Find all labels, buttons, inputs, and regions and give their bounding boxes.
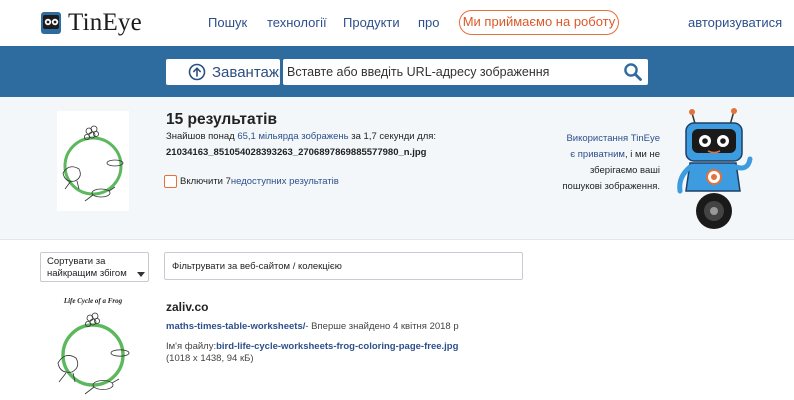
file-name-label: Ім'я файлу: [166,341,217,352]
unavailable-prefix: Включити 7 [180,176,231,187]
upload-button[interactable]: Завантажи [166,59,280,85]
include-unavailable-checkbox[interactable] [164,175,177,188]
search-band: Завантажи [0,46,794,97]
result-image-thumbnail[interactable]: Life Cycle of a Frog [48,293,138,400]
nav-about[interactable]: про [418,15,440,30]
privacy-link[interactable]: приватним [578,149,625,160]
query-image-thumbnail [57,111,129,211]
hiring-button[interactable]: Ми приймаємо на роботу [459,10,619,35]
result-file-line: Ім'я файлу:bird-life-cycle-worksheets-fr… [166,341,458,352]
found-prefix: Знайшов понад [166,131,238,142]
unavailable-results-link[interactable]: недоступних результатів [231,176,339,187]
search-icon[interactable] [623,62,643,82]
tineye-logo-icon [41,12,61,34]
found-summary: Знайшов понад 65,1 мільярда зображень за… [166,131,436,142]
thumb-title: Life Cycle of a Frog [63,297,123,305]
nav-products[interactable]: Продукти [343,15,400,30]
first-seen-date: - Вперше знайдено 4 квітня 2018 р [305,321,459,332]
result-dimensions: (1018 x 1438, 94 кБ) [166,353,254,364]
found-suffix: за 1,7 секунди для: [348,131,437,142]
caret-down-icon [137,272,145,277]
sort-dropdown[interactable]: Сортувати за найкращим збігом [40,252,149,282]
results-count-title: 15 результатів [166,111,278,128]
tineye-logo[interactable]: TinEye [40,9,142,37]
nav-search[interactable]: Пошук [208,15,247,30]
login-link[interactable]: авторизуватися [688,15,782,30]
privacy-note: Використання TinEye є приватним, і ми не… [560,131,660,195]
result-domain[interactable]: zaliv.co [166,300,208,314]
image-url-input[interactable] [283,59,648,85]
upload-arrow-icon [188,63,206,81]
result-file-link[interactable]: bird-life-cycle-worksheets-frog-coloring… [216,341,458,352]
result-page-link[interactable]: maths-times-table-worksheets/ [166,321,305,332]
indexed-count-link[interactable]: 65,1 мільярда зображень [237,131,348,142]
top-navigation: TinEye Пошук технології Продукти про Ми … [0,0,794,46]
include-unavailable-option[interactable]: Включити 7 недоступних результатів [164,175,339,188]
result-page-line: maths-times-table-worksheets/- Вперше зн… [166,321,459,332]
upload-label: Завантажи [212,63,280,81]
query-filename: 21034163_851054028393263_270689786988557… [166,147,427,158]
nav-technology[interactable]: технології [267,15,327,30]
results-summary-panel: 15 результатів Знайшов понад 65,1 мільяр… [0,97,794,240]
logo-text: TinEye [68,9,142,36]
collection-filter-input[interactable] [164,252,523,280]
robot-mascot-icon [677,108,753,229]
